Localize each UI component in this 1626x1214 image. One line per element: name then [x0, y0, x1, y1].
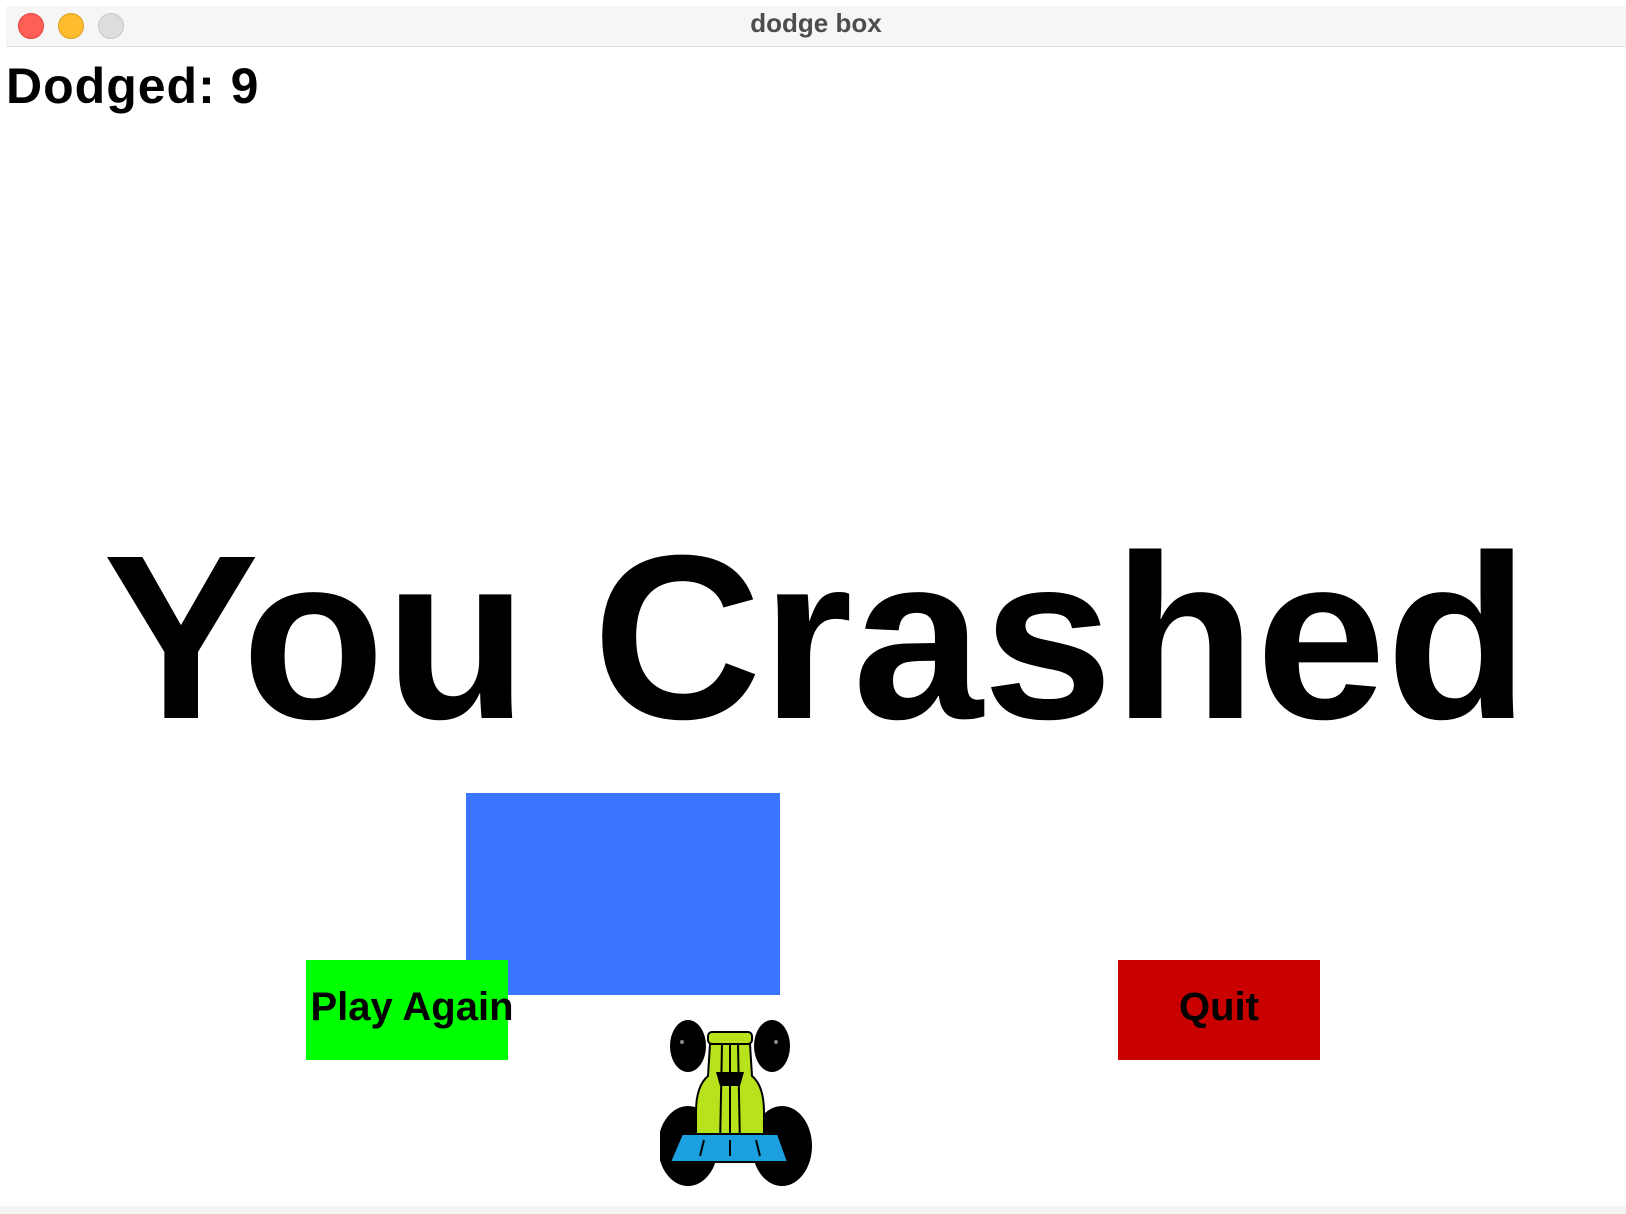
front-left-wheel: [670, 1020, 706, 1072]
game-window: dodge box Dodged: 9 You Crashed Play Aga…: [0, 0, 1626, 1214]
game-canvas[interactable]: Dodged: 9 You Crashed Play Again Quit: [6, 47, 1626, 1214]
front-right-wheel: [754, 1020, 790, 1072]
dodged-score: Dodged: 9: [6, 58, 260, 114]
player-car-icon: [660, 1020, 812, 1186]
window-bottom-edge: [0, 1206, 1626, 1214]
falling-block-obstacle: [466, 793, 780, 995]
quit-label[interactable]: Quit: [1118, 982, 1320, 1032]
window-title: dodge box: [750, 8, 882, 38]
play-again-label[interactable]: Play Again: [292, 982, 532, 1032]
title-bar: dodge box: [6, 6, 1626, 47]
crash-message: You Crashed: [103, 506, 1529, 768]
